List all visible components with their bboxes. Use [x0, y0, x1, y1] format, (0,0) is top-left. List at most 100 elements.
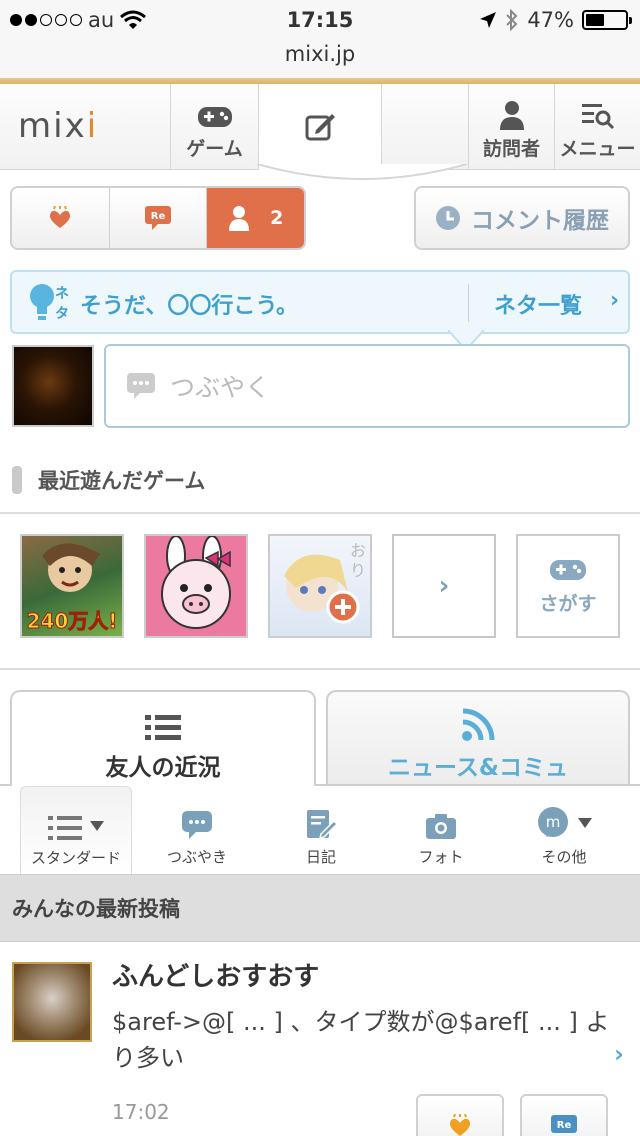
battery-percent: 47% — [527, 8, 574, 32]
svg-text:m: m — [546, 813, 561, 831]
nav-menu[interactable]: メニュー — [554, 84, 640, 170]
nav-visitors[interactable]: 訪問者 — [468, 84, 554, 170]
post-timestamp: 17:02 — [112, 1100, 170, 1124]
filter-label: スタンダード — [30, 849, 121, 867]
friend-request-count: 2 — [270, 207, 284, 229]
neta-banner[interactable]: ネタ そうだ、〇〇行こう。 ネタ一覧 › — [10, 270, 630, 334]
clock-icon — [436, 206, 460, 230]
recent-games-heading: 最近遊んだゲーム — [12, 464, 205, 496]
battery-icon — [582, 10, 632, 30]
tab-news[interactable]: ニュース&コミュ — [326, 690, 630, 786]
comment-history-label: コメント履歴 — [471, 208, 609, 234]
neta-divider — [468, 284, 469, 322]
game-thumbnail-1[interactable]: 240万人! — [20, 534, 124, 638]
game-thumbnail-3[interactable]: おり — [268, 534, 372, 638]
gamepad-icon — [550, 559, 586, 580]
url-text: mixi.jp — [284, 42, 356, 66]
post-like-button[interactable] — [416, 1094, 504, 1136]
game-3-deco-1: お — [350, 541, 366, 560]
location-arrow-icon — [480, 12, 497, 28]
main-nav: mixi ゲーム 訪問者 メニュー — [0, 84, 640, 170]
status-right: 47% — [479, 8, 632, 32]
filter-label: フォト — [418, 848, 464, 866]
divider — [0, 512, 640, 514]
heart-hand-icon — [449, 1114, 471, 1136]
svg-text:Re: Re — [151, 211, 166, 222]
nav-menu-label: メニュー — [559, 138, 636, 160]
person-icon — [229, 206, 250, 231]
neta-badge-2: タ — [55, 306, 69, 322]
feed-filter-bar: スタンダード つぶやき 日記 フォト m その他 — [0, 786, 640, 874]
list-icon — [145, 715, 181, 740]
m-circle-icon: m — [538, 807, 568, 837]
reaction-segment: Re 2 — [10, 186, 306, 250]
tweet-placeholder: つぶやく — [170, 373, 271, 402]
gamepad-icon — [197, 107, 232, 127]
filter-label: その他 — [541, 848, 587, 866]
chevron-right-icon: › — [438, 571, 450, 601]
post-body[interactable]: $aref->@[ ... ] 、タイプ数が@$aref[ ... ] より多い — [112, 1004, 612, 1076]
filter-photo[interactable]: フォト — [386, 786, 496, 874]
camera-icon — [426, 814, 456, 839]
re-bubble-icon: Re — [145, 206, 171, 230]
neta-badge-1: ネ — [55, 286, 69, 302]
filter-label: 日記 — [305, 848, 336, 866]
lightbulb-icon: ネタ — [30, 284, 69, 322]
speech-bubble-icon — [127, 373, 155, 399]
chevron-right-icon[interactable]: › — [614, 1040, 624, 1068]
post-comment-button[interactable]: Re — [520, 1094, 608, 1136]
nav-write[interactable] — [258, 84, 382, 170]
pig-character-icon — [146, 535, 246, 636]
menu-search-icon — [581, 104, 614, 130]
tab-friends-label: 友人の近況 — [105, 755, 221, 781]
nav-visitors-label: 訪問者 — [482, 138, 540, 160]
compose-icon — [305, 114, 335, 141]
game-character-art — [42, 543, 100, 592]
url-bar[interactable]: mixi.jp — [0, 40, 640, 80]
nav-active-notch — [257, 164, 467, 180]
tweet-input[interactable]: つぶやく — [104, 344, 630, 428]
like-tab[interactable] — [12, 188, 110, 248]
rss-icon — [462, 708, 495, 741]
tab-friends[interactable]: 友人の近況 — [10, 690, 316, 786]
user-avatar[interactable] — [12, 345, 94, 427]
dropdown-arrow-icon — [90, 821, 104, 831]
divider — [0, 668, 640, 670]
bluetooth-icon — [506, 9, 518, 31]
filter-diary[interactable]: 日記 — [266, 786, 376, 874]
nav-game-label: ゲーム — [186, 138, 243, 160]
chevron-right-icon: › — [610, 288, 620, 313]
nav-game[interactable]: ゲーム — [170, 84, 258, 170]
comment-tab[interactable]: Re — [110, 188, 208, 248]
search-games-label: さがす — [539, 592, 597, 615]
latest-posts-header: みんなの最新投稿 — [0, 874, 640, 942]
filter-standard[interactable]: スタンダード — [20, 786, 132, 874]
mixi-logo[interactable]: mixi — [18, 106, 98, 146]
list-icon — [48, 816, 82, 840]
post-author-avatar[interactable] — [12, 962, 92, 1042]
heart-hand-icon — [50, 206, 71, 228]
add-icon[interactable] — [326, 590, 360, 624]
status-bar: au 17:15 47% — [0, 0, 640, 40]
person-icon — [499, 101, 524, 130]
speech-bubble-icon — [182, 811, 212, 839]
neta-suggestion: そうだ、〇〇行こう。 — [80, 294, 299, 319]
game-thumbnail-2[interactable] — [144, 534, 248, 638]
more-games-button[interactable]: › — [392, 534, 496, 638]
filter-tweets[interactable]: つぶやき — [142, 786, 252, 874]
dropdown-arrow-icon — [578, 818, 592, 828]
search-games-button[interactable]: さがす — [516, 534, 620, 638]
game-3-deco-2: り — [350, 561, 366, 580]
svg-text:Re: Re — [557, 1120, 572, 1131]
friend-request-tab[interactable]: 2 — [207, 188, 304, 248]
filter-other[interactable]: m その他 — [508, 786, 620, 874]
diary-icon — [307, 810, 337, 840]
filter-label: つぶやき — [166, 848, 227, 866]
neta-list-link[interactable]: ネタ一覧 — [494, 288, 582, 320]
re-bubble-icon: Re — [551, 1115, 577, 1133]
comment-history-button[interactable]: コメント履歴 — [414, 186, 630, 250]
post-author-name[interactable]: ふんどしおすおす — [112, 956, 319, 993]
logo-accent: i — [86, 106, 99, 146]
section-marker — [12, 466, 22, 494]
latest-posts-title: みんなの最新投稿 — [12, 897, 180, 921]
